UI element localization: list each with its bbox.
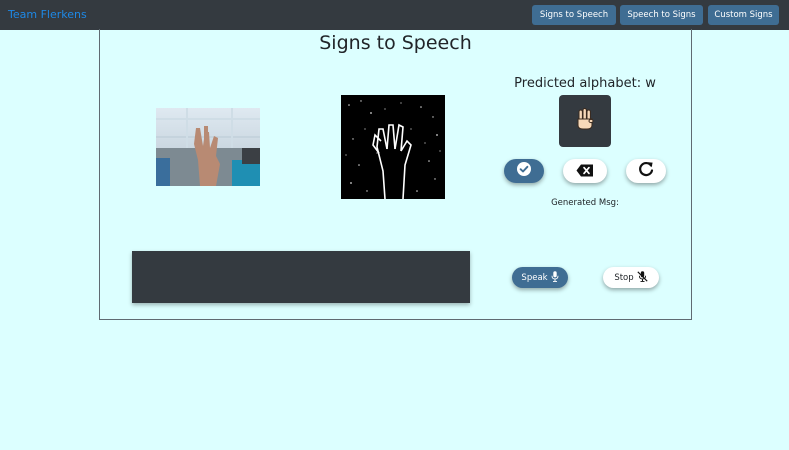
speak-button[interactable]: Speak	[512, 267, 568, 288]
microphone-slash-icon	[637, 270, 648, 285]
nav-custom-signs-button[interactable]: Custom Signs	[708, 5, 779, 25]
nav-speech-to-signs-button[interactable]: Speech to Signs	[620, 5, 703, 25]
hand-w-icon	[572, 106, 598, 136]
nav-signs-to-speech-button[interactable]: Signs to Speech	[532, 5, 616, 25]
stop-button[interactable]: Stop	[603, 267, 659, 288]
brand-link[interactable]: Team Flerkens	[8, 8, 87, 21]
speak-label: Speak	[521, 272, 548, 283]
redo-icon	[638, 161, 654, 181]
check-circle-icon	[516, 161, 532, 181]
webcam-feed	[156, 108, 260, 186]
confirm-button[interactable]	[504, 159, 544, 183]
microphone-icon	[551, 270, 559, 285]
predicted-sign-box	[559, 95, 611, 147]
reset-button[interactable]	[626, 159, 666, 183]
generated-message-area	[132, 251, 470, 303]
backspace-button[interactable]	[563, 159, 607, 183]
processed-hand-image	[341, 95, 445, 200]
generated-msg-label: Generated Msg:	[551, 198, 619, 208]
navbar: Team Flerkens Signs to Speech Speech to …	[0, 0, 789, 30]
stop-label: Stop	[614, 272, 634, 283]
predicted-alphabet-label: Predicted alphabet: w	[514, 76, 656, 91]
page-title: Signs to Speech	[319, 32, 472, 54]
backspace-icon	[576, 162, 594, 181]
